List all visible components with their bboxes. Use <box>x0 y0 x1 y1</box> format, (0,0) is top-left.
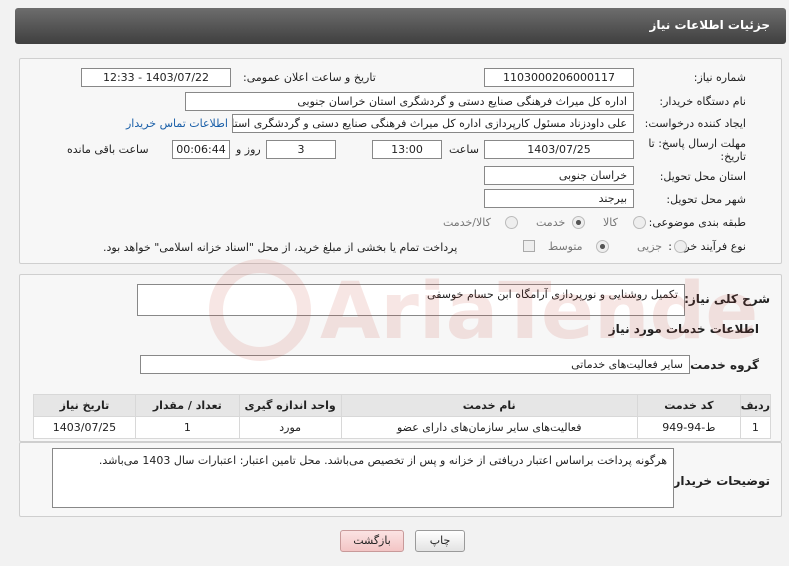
category-radio-goods-service[interactable] <box>505 216 518 229</box>
deadline-time-field: 13:00 <box>372 140 442 159</box>
deadline-label: مهلت ارسال پاسخ: تا <box>648 137 746 150</box>
category-option-goods-service: کالا/خدمت <box>443 216 491 229</box>
summary-text: تکمیل روشنایی و نورپردازی آرامگاه ابن حس… <box>427 288 678 301</box>
deadline-date-label: تاریخ: <box>720 150 746 163</box>
cell-code: ط-94-949 <box>636 416 741 439</box>
category-option-goods: کالا <box>603 216 618 229</box>
summary-field: تکمیل روشنایی و نورپردازی آرامگاه ابن حس… <box>137 284 685 316</box>
col-code: کد خدمت <box>636 394 741 417</box>
page-title: جزئیات اطلاعات نیاز <box>649 18 770 32</box>
buyer-notes-field: هرگونه پرداخت براساس اعتبار دریافتی از خ… <box>52 448 674 508</box>
city-field: بیرجند <box>484 189 634 208</box>
buyer-notes-text: هرگونه پرداخت براساس اعتبار دریافتی از خ… <box>98 454 667 467</box>
col-name: نام خدمت <box>340 394 638 417</box>
remaining-label: ساعت باقی مانده <box>67 143 149 156</box>
summary-label: شرح کلی نیاز: <box>684 292 770 306</box>
cell-row: 1 <box>739 416 772 439</box>
remaining-time-field: 00:06:44 <box>172 140 230 159</box>
days-label: روز و <box>236 143 261 156</box>
cell-date: 1403/07/25 <box>33 416 136 439</box>
col-date: تاریخ نیاز <box>33 394 136 417</box>
buyer-notes-label: توضیحات خریدار: <box>668 474 770 488</box>
col-qty: تعداد / مقدار <box>134 394 240 417</box>
city-label: شهر محل تحویل: <box>666 193 746 206</box>
process-radio-minor[interactable] <box>674 240 687 253</box>
need-info-panel <box>19 58 782 264</box>
province-label: استان محل تحویل: <box>659 170 746 183</box>
page-header: جزئیات اطلاعات نیاز <box>15 8 786 44</box>
service-group-field: سایر فعالیت‌های خدماتی <box>140 355 690 374</box>
treasury-checkbox[interactable] <box>523 240 535 252</box>
category-label: طبقه بندی موضوعی: <box>648 216 746 229</box>
service-group-label: گروه خدمت: <box>685 358 759 372</box>
deadline-time-label: ساعت <box>449 143 479 156</box>
category-radio-goods[interactable] <box>633 216 646 229</box>
print-button[interactable]: چاپ <box>415 530 465 552</box>
services-section-title: اطلاعات خدمات مورد نیاز <box>608 322 759 336</box>
creator-field: علی داودزناد مسئول کارپردازی اداره کل می… <box>232 114 634 133</box>
announce-label: تاریخ و ساعت اعلان عمومی: <box>243 71 376 84</box>
cell-name: فعالیت‌های سایر سازمان‌های دارای عضو <box>340 416 638 439</box>
category-option-service: خدمت <box>536 216 566 229</box>
category-radio-service[interactable] <box>572 216 585 229</box>
col-row: ردیف <box>739 394 772 417</box>
province-field: خراسان جنوبی <box>484 166 634 185</box>
days-field: 3 <box>266 140 336 159</box>
table-header-row: ردیف کد خدمت نام خدمت واحد اندازه گیری ت… <box>33 394 772 417</box>
buyer-org-field: اداره کل میراث فرهنگی صنایع دستی و گردشگ… <box>185 92 634 111</box>
deadline-date-field: 1403/07/25 <box>484 140 634 159</box>
cell-unit: مورد <box>238 416 342 439</box>
need-number-label: شماره نیاز: <box>693 71 746 84</box>
buyer-contact-link[interactable]: اطلاعات تماس خریدار <box>126 117 228 130</box>
announce-field: 1403/07/22 - 12:33 <box>81 68 231 87</box>
col-unit: واحد اندازه گیری <box>238 394 342 417</box>
buyer-org-label: نام دستگاه خریدار: <box>659 95 746 108</box>
table-row[interactable]: 1 ط-94-949 فعالیت‌های سایر سازمان‌های دا… <box>33 416 772 439</box>
creator-label: ایجاد کننده درخواست: <box>644 117 746 130</box>
process-radio-medium[interactable] <box>596 240 609 253</box>
services-table: ردیف کد خدمت نام خدمت واحد اندازه گیری ت… <box>33 394 772 439</box>
process-option-minor: جزیی <box>637 240 663 253</box>
back-button[interactable]: بازگشت <box>340 530 404 552</box>
process-option-medium: متوسط <box>548 240 583 253</box>
payment-note: پرداخت تمام یا بخشی از مبلغ خرید، از محل… <box>103 241 458 254</box>
need-number-field: 1103000206000117 <box>484 68 634 87</box>
cell-qty: 1 <box>134 416 240 439</box>
